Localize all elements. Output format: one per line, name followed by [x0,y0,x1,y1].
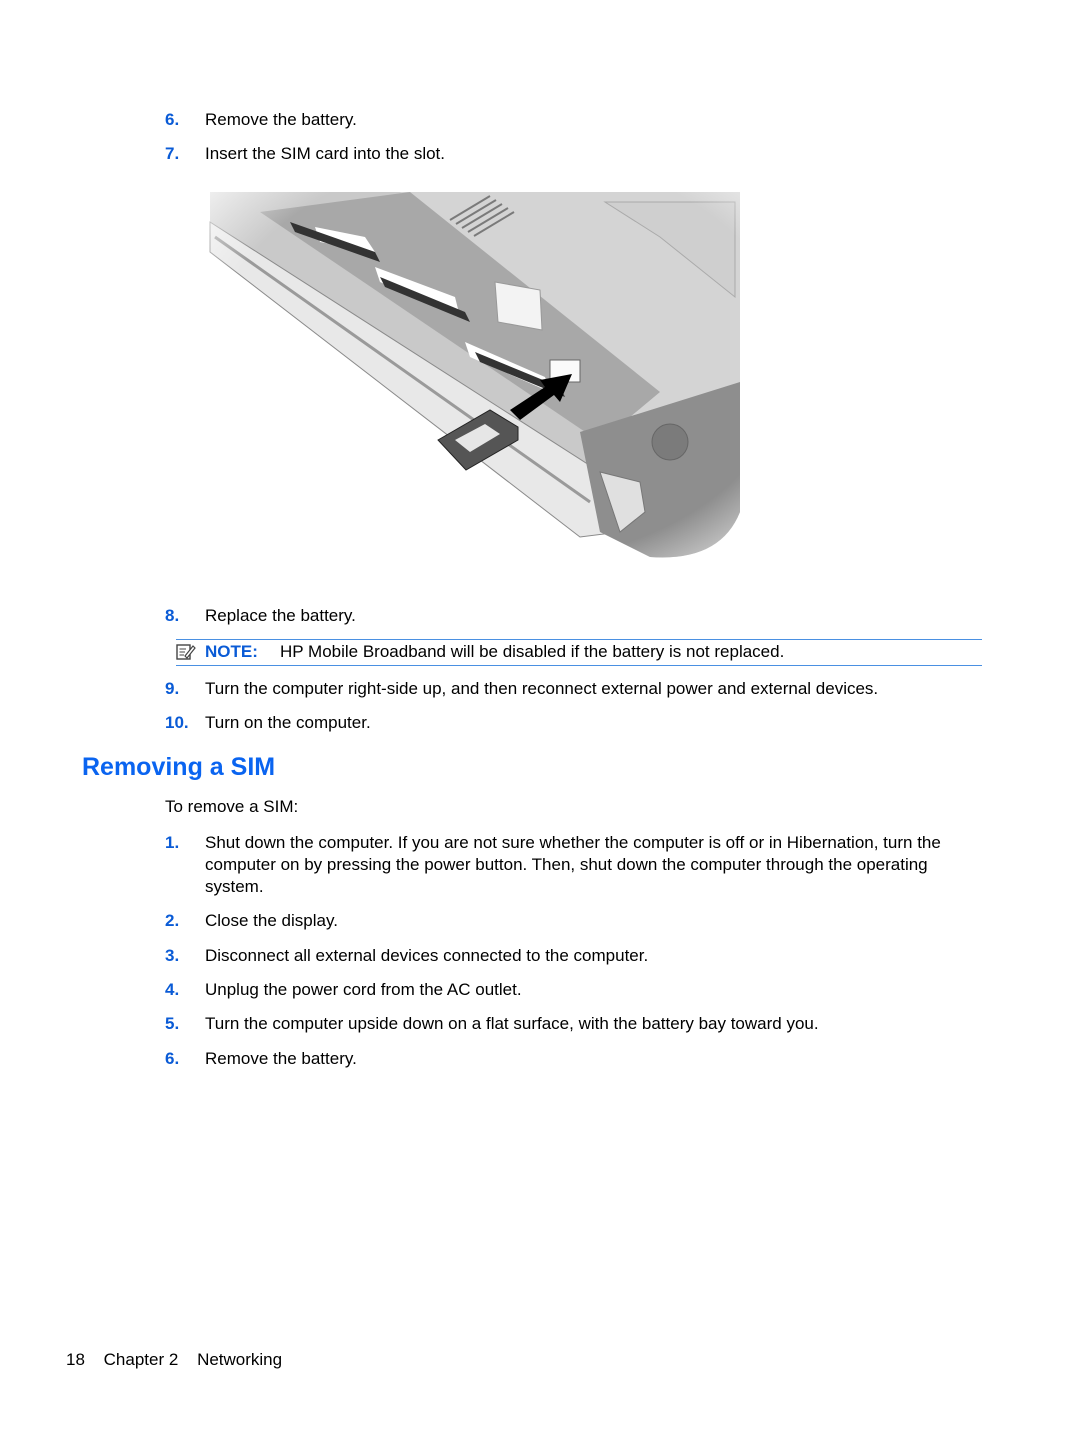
step-number: 6. [165,110,180,129]
step-number: 7. [165,144,180,163]
step-text: Close the display. [205,911,338,930]
note-text: HP Mobile Broadband will be disabled if … [280,642,785,661]
step-number: 9. [165,679,180,698]
chapter-title: Networking [197,1350,283,1369]
step-text: Replace the battery. [205,606,356,625]
step-text: Remove the battery. [205,1049,357,1068]
step-number: 5. [165,1014,180,1033]
page-number: 18 [66,1350,85,1369]
section-intro: To remove a SIM: [165,797,299,816]
step-number: 1. [165,833,180,852]
step-number: 8. [165,606,180,625]
section-heading: Removing a SIM [82,753,276,781]
sim-insertion-illustration [200,182,750,572]
step-text: Insert the SIM card into the slot. [205,144,446,163]
note-box: NOTE: HP Mobile Broadband will be disabl… [176,639,982,666]
step-number: 10. [165,713,189,732]
step-number: 4. [165,980,180,999]
step-text: Unplug the power cord from the AC outlet… [205,980,522,999]
step-text: Disconnect all external devices connecte… [205,946,649,965]
note-pencil-icon [176,643,196,661]
step-text: Shut down the computer. If you are not s… [205,833,941,896]
step-text: Turn on the computer. [205,713,371,732]
step-number: 3. [165,946,180,965]
chapter-label: Chapter 2 [103,1350,179,1369]
note-label: NOTE: [205,642,258,661]
step-number: 2. [165,911,180,930]
step-text: Remove the battery. [205,110,357,129]
step-text: Turn the computer right-side up, and the… [205,679,879,698]
step-text: Turn the computer upside down on a flat … [205,1014,819,1033]
step-number: 6. [165,1049,180,1068]
page-footer: 18 Chapter 2 Networking [66,1350,296,1370]
